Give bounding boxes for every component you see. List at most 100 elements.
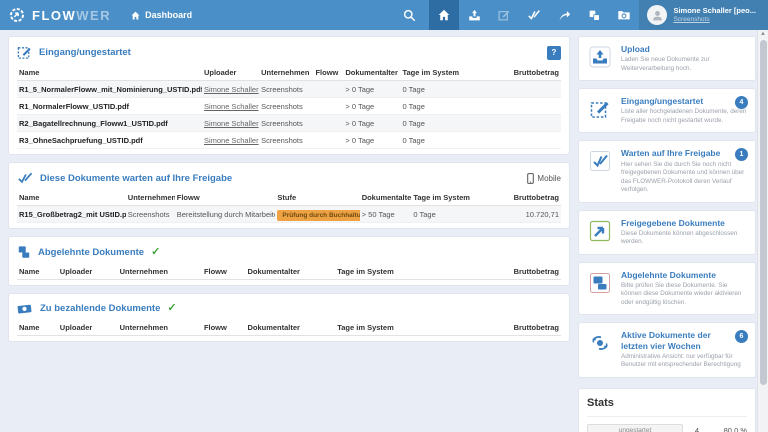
upload-icon[interactable] <box>459 0 489 30</box>
home-crumb-icon <box>131 11 140 20</box>
table-row[interactable]: R2_Bagatellrechnung_Floww1_USTID.pdf Sim… <box>17 115 561 132</box>
smartphone-icon <box>527 173 534 184</box>
stats-panel: Stats ungestartet 4 80.0 % Stufe 1 1 20.… <box>578 388 756 432</box>
document-link[interactable]: R15_Großbetrag2_mit UStID.pdf <box>17 206 126 223</box>
user-menu[interactable]: Simone Schaller [peo... Screenshots <box>639 0 768 30</box>
col-unternehmen[interactable]: Unternehmen <box>126 190 175 206</box>
stat-row-ungestartet: ungestartet 4 80.0 % <box>587 424 747 432</box>
arrow-up-right-icon <box>587 218 613 244</box>
sidebar-card-upload[interactable]: Upload Laden Sie neue Dokumente zur Weit… <box>578 36 756 81</box>
sidebar-card-inbox[interactable]: Eingang/ungestartet Liste aller hochgela… <box>578 88 756 133</box>
rejected-docs-icon <box>17 245 31 259</box>
scrollbar-up-arrow-icon[interactable]: ▲ <box>758 30 768 39</box>
documents-icon[interactable] <box>579 0 609 30</box>
double-check-icon <box>587 148 613 174</box>
status-badge: ungestartet <box>587 424 683 432</box>
uploader-link[interactable]: Simone Schaller <box>202 81 259 98</box>
col-tage[interactable]: Tage im System <box>335 320 476 336</box>
stage-badge: Prüfung durch Buchhaltung <box>277 210 359 221</box>
col-floww[interactable]: Floww <box>202 320 246 336</box>
col-tage[interactable]: Tage im System <box>335 264 476 280</box>
col-uploader[interactable]: Uploader <box>202 65 259 81</box>
panel-payable-title: Zu bezahlende Dokumente <box>40 303 160 314</box>
header-nav-icons <box>389 0 639 30</box>
inbox-table: Name Uploader Unternehmen Floww Dokument… <box>17 65 561 149</box>
table-row[interactable]: R1_NormalerFloww_USTID.pdf Simone Schall… <box>17 98 561 115</box>
col-name[interactable]: Name <box>17 65 202 81</box>
pencil-square-icon <box>17 45 32 60</box>
panel-inbox-title: Eingang/ungestartet <box>39 47 131 58</box>
col-dokumentalter[interactable]: Dokumentalter <box>343 65 400 81</box>
gear-logo-icon <box>8 6 26 24</box>
col-floww[interactable]: Floww <box>175 190 276 206</box>
pencil-square-icon <box>587 96 613 122</box>
top-navbar: FLOWWER Dashboard <box>0 0 768 30</box>
col-stufe[interactable]: Stufe <box>275 190 359 206</box>
col-tage[interactable]: Tage im System <box>400 65 476 81</box>
col-dokumentalter[interactable]: Dokumentalter <box>245 264 335 280</box>
col-uploader[interactable]: Uploader <box>58 320 118 336</box>
panel-payable: Zu bezahlende Dokumente ✓ Name Uploader … <box>8 293 570 342</box>
scrollbar-thumb[interactable] <box>760 40 767 385</box>
document-link[interactable]: R1_NormalerFloww_USTID.pdf <box>17 98 202 115</box>
share-arrow-icon[interactable] <box>549 0 579 30</box>
document-link[interactable]: R3_OhneSachpruefung_USTID.pdf <box>17 132 202 149</box>
col-bruttobetrag[interactable]: Bruttobetrag <box>485 190 561 206</box>
sidebar-card-released[interactable]: Freigegebene Dokumente Diese Dokumente k… <box>578 210 756 255</box>
col-floww[interactable]: Floww <box>202 264 246 280</box>
col-tage[interactable]: Tage im System <box>411 190 484 206</box>
sidebar: Upload Laden Sie neue Dokumente zur Weit… <box>578 36 756 432</box>
rejected-table: Name Uploader Unternehmen Floww Dokument… <box>17 264 561 280</box>
all-clear-check-icon: ✓ <box>167 303 176 314</box>
document-link[interactable]: R1_5_NormalerFloww_mit_Nominierung_USTID… <box>17 81 202 98</box>
col-unternehmen[interactable]: Unternehmen <box>259 65 313 81</box>
brand-logo[interactable]: FLOWWER <box>0 0 121 30</box>
col-name[interactable]: Name <box>17 320 58 336</box>
breadcrumb-dashboard[interactable]: Dashboard <box>121 0 202 30</box>
table-row[interactable]: R1_5_NormalerFloww_mit_Nominierung_USTID… <box>17 81 561 98</box>
col-dokumentalter[interactable]: Dokumentalter <box>245 320 335 336</box>
rejected-docs-icon <box>587 270 613 296</box>
home-icon[interactable] <box>429 0 459 30</box>
upload-tray-icon <box>587 44 613 70</box>
table-row[interactable]: R3_OhneSachpruefung_USTID.pdf Simone Sch… <box>17 132 561 149</box>
payable-table: Name Uploader Unternehmen Floww Dokument… <box>17 320 561 336</box>
edit-icon[interactable] <box>489 0 519 30</box>
col-unternehmen[interactable]: Unternehmen <box>118 320 202 336</box>
col-name[interactable]: Name <box>17 264 58 280</box>
approve-icon[interactable] <box>519 0 549 30</box>
vertical-scrollbar[interactable]: ▲ <box>757 30 768 432</box>
banknote-icon <box>17 302 33 315</box>
document-link[interactable]: R2_Bagatellrechnung_Floww1_USTID.pdf <box>17 115 202 132</box>
user-name: Simone Schaller [peo... <box>673 7 756 16</box>
panel-rejected: Abgelehnte Dokumente ✓ Name Uploader Unt… <box>8 236 570 286</box>
col-bruttobetrag[interactable]: Bruttobetrag <box>477 264 561 280</box>
sidebar-card-waiting-approval[interactable]: Warten auf Ihre Freigabe Hier sehen Sie … <box>578 140 756 202</box>
col-bruttobetrag[interactable]: Bruttobetrag <box>477 65 561 81</box>
approval-table: Name Unternehmen Floww Stufe Dokumentalt… <box>17 190 561 223</box>
col-bruttobetrag[interactable]: Bruttobetrag <box>477 320 561 336</box>
sidebar-card-rejected[interactable]: Abgelehnte Dokumente Bitte prüfen Sie di… <box>578 262 756 316</box>
col-uploader[interactable]: Uploader <box>58 264 118 280</box>
search-icon[interactable] <box>389 0 429 30</box>
uploader-link[interactable]: Simone Schaller <box>202 115 259 132</box>
col-unternehmen[interactable]: Unternehmen <box>118 264 202 280</box>
avatar <box>647 5 667 25</box>
uploader-link[interactable]: Simone Schaller <box>202 132 259 149</box>
folder-icon[interactable] <box>609 0 639 30</box>
uploader-link[interactable]: Simone Schaller <box>202 98 259 115</box>
brand-name: FLOWWER <box>32 8 111 23</box>
user-company[interactable]: Screenshots <box>673 16 756 23</box>
stats-title: Stats <box>587 397 747 417</box>
sidebar-card-active-documents[interactable]: Aktive Dokumente der letzten vier Wochen… <box>578 322 756 377</box>
panel-inbox: Eingang/ungestartet ? Name Uploader Unte… <box>8 36 570 155</box>
mobile-view-link[interactable]: Mobile <box>527 173 561 184</box>
col-floww[interactable]: Floww <box>313 65 343 81</box>
panel-approval-title: Diese Dokumente warten auf Ihre Freigabe <box>40 173 232 184</box>
all-clear-check-icon: ✓ <box>151 247 160 258</box>
table-row[interactable]: R15_Großbetrag2_mit UStID.pdf Screenshot… <box>17 206 561 223</box>
help-button[interactable]: ? <box>547 46 561 60</box>
col-name[interactable]: Name <box>17 190 126 206</box>
panel-approval: Diese Dokumente warten auf Ihre Freigabe… <box>8 162 570 229</box>
col-dokumentalter[interactable]: Dokumentalter <box>360 190 412 206</box>
